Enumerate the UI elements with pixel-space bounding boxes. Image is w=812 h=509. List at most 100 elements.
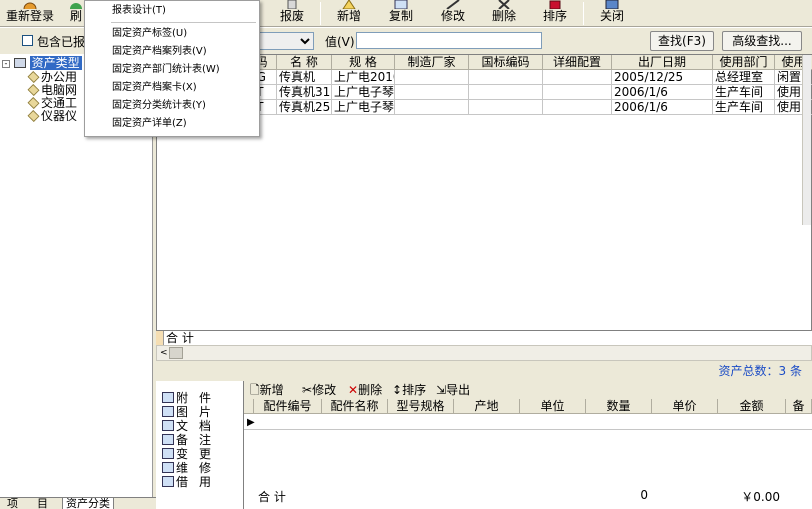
edit-button[interactable]: 修改 <box>438 0 468 27</box>
cell: 2006/1/6 <box>612 100 713 115</box>
col-part-no[interactable]: 配件编号 <box>254 399 322 414</box>
cell <box>543 100 612 115</box>
col-model[interactable]: 型号规格 <box>388 399 454 414</box>
cell: 2005/12/25 <box>612 70 713 85</box>
menu-item-asset-list[interactable]: 固定资产档案列表(V) <box>112 44 207 60</box>
change-icon <box>162 448 174 459</box>
refresh-icon <box>70 3 82 9</box>
cell <box>395 100 469 115</box>
copy-button[interactable]: 复制 <box>386 0 416 27</box>
col-unit[interactable]: 单位 <box>520 399 586 414</box>
horizontal-scrollbar[interactable]: < <box>156 345 812 361</box>
value-input[interactable] <box>356 32 542 49</box>
col-mfg-date[interactable]: 出厂日期 <box>612 55 713 70</box>
cell: 上广电子琴0 <box>332 85 395 100</box>
col-price[interactable]: 单价 <box>652 399 718 414</box>
cell <box>543 70 612 85</box>
tab-asset-category[interactable]: 资产分类 <box>62 498 114 509</box>
attachment-item[interactable]: 附件 <box>162 391 211 405</box>
export-icon: ⇲ <box>436 383 447 397</box>
document-item[interactable]: 文档 <box>162 419 211 433</box>
note-item[interactable]: 备注 <box>162 433 211 447</box>
copy-label: 复制 <box>388 9 413 23</box>
repair-item[interactable]: 维修 <box>162 461 211 475</box>
copy-icon <box>394 0 408 9</box>
tree-item-label: 仪器仪 <box>41 109 78 123</box>
change-item[interactable]: 变更 <box>162 447 211 461</box>
delete-button[interactable]: 删除 <box>489 0 519 27</box>
picture-item[interactable]: 图片 <box>162 405 211 419</box>
parts-sum-amount: ￥0.00 <box>741 490 780 504</box>
menu-item-category-stats[interactable]: 固定资分类统计表(Y) <box>112 98 206 114</box>
col-name[interactable]: 名 称 <box>277 55 332 70</box>
table-row[interactable]: ▶ <box>244 415 812 430</box>
parts-sum-row: 合 计 0 ￥0.00 <box>244 487 812 504</box>
new-icon <box>342 0 356 9</box>
scrap-button[interactable]: 报废 <box>276 0 308 27</box>
close-button[interactable]: 关闭 <box>597 0 627 27</box>
sum-row: 合 计 <box>156 330 812 345</box>
relogin-button[interactable]: 重新登录 <box>4 0 56 27</box>
cell: 总经理室 <box>713 70 775 85</box>
computer-icon <box>13 58 26 68</box>
tab-project[interactable]: 项 <box>4 498 21 509</box>
menu-item-report-design[interactable]: 报表设计(T) <box>112 3 166 19</box>
col-manufacturer[interactable]: 制造厂家 <box>395 55 469 70</box>
tree-item[interactable]: 办公用 <box>27 70 77 84</box>
tree-item-label: 电脑网 <box>41 83 78 97</box>
cell <box>469 100 543 115</box>
sub-edit-button[interactable]: ✂修改 <box>302 383 336 397</box>
value-label: 值(V) <box>325 35 355 49</box>
col-origin[interactable]: 产地 <box>454 399 520 414</box>
tree-item[interactable]: 仪器仪 <box>27 109 78 123</box>
cell <box>469 85 543 100</box>
close-label: 关闭 <box>599 9 624 23</box>
scroll-thumb[interactable] <box>169 347 183 359</box>
tree-root[interactable]: - 资产类型 <box>2 56 82 70</box>
scroll-left-icon[interactable]: < <box>160 348 168 358</box>
tab-item[interactable]: 目 <box>34 498 51 509</box>
borrow-item[interactable]: 借用 <box>162 475 211 489</box>
tree-item[interactable]: 电脑网 <box>27 83 78 97</box>
parts-sum-qty: 0 <box>640 488 648 502</box>
menu-item-asset-card[interactable]: 固定资产档案卡(X) <box>112 80 197 96</box>
col-amount[interactable]: 金额 <box>718 399 786 414</box>
detail-toolbar: 🗋新增 ✂修改 ✕删除 ↕排序 ⇲导出 <box>244 381 812 399</box>
vertical-scrollbar[interactable] <box>802 55 811 225</box>
col-part-name[interactable]: 配件名称 <box>322 399 388 414</box>
sub-delete-button[interactable]: ✕删除 <box>348 383 382 397</box>
cell: 上广电子琴0 <box>332 100 395 115</box>
col-department[interactable]: 使用部门 <box>713 55 775 70</box>
advanced-search-button[interactable]: 高级查找... <box>722 31 802 51</box>
refresh-label: 刷 <box>69 9 82 23</box>
edit-icon <box>446 0 460 9</box>
col-qty[interactable]: 数量 <box>586 399 652 414</box>
cell <box>395 85 469 100</box>
col-config[interactable]: 详细配置 <box>543 55 612 70</box>
sub-export-button[interactable]: ⇲导出 <box>436 383 470 397</box>
field-select[interactable] <box>258 32 314 50</box>
refresh-button[interactable]: 刷 <box>66 0 86 27</box>
add-button[interactable]: 新增 <box>334 0 364 27</box>
borrow-icon <box>162 476 174 487</box>
sort-label: 排序 <box>542 9 567 23</box>
parts-sum-label: 合 计 <box>258 490 286 504</box>
sort-button[interactable]: 排序 <box>540 0 570 27</box>
col-spec[interactable]: 规 格 <box>332 55 395 70</box>
folder-icon <box>27 97 40 109</box>
include-scrapped-checkbox[interactable] <box>22 35 33 46</box>
sub-add-button[interactable]: 🗋新增 <box>250 383 284 397</box>
col-note[interactable]: 备 <box>786 399 812 414</box>
find-button[interactable]: 查找(F3) <box>650 31 714 51</box>
menu-item-asset-label[interactable]: 固定资产标签(U) <box>112 26 187 42</box>
sub-sort-button[interactable]: ↕排序 <box>392 383 426 397</box>
cell <box>395 70 469 85</box>
tree-item[interactable]: 交通工 <box>27 96 77 110</box>
menu-item-dept-stats[interactable]: 固定资产部门统计表(W) <box>112 62 220 78</box>
trash-icon <box>287 0 297 9</box>
folder-icon <box>27 71 40 83</box>
cell: 生产车间 <box>713 85 775 100</box>
menu-item-asset-detail[interactable]: 固定资产详单(Z) <box>112 116 187 132</box>
col-gb-code[interactable]: 国标编码 <box>469 55 543 70</box>
relogin-icon <box>23 2 37 9</box>
